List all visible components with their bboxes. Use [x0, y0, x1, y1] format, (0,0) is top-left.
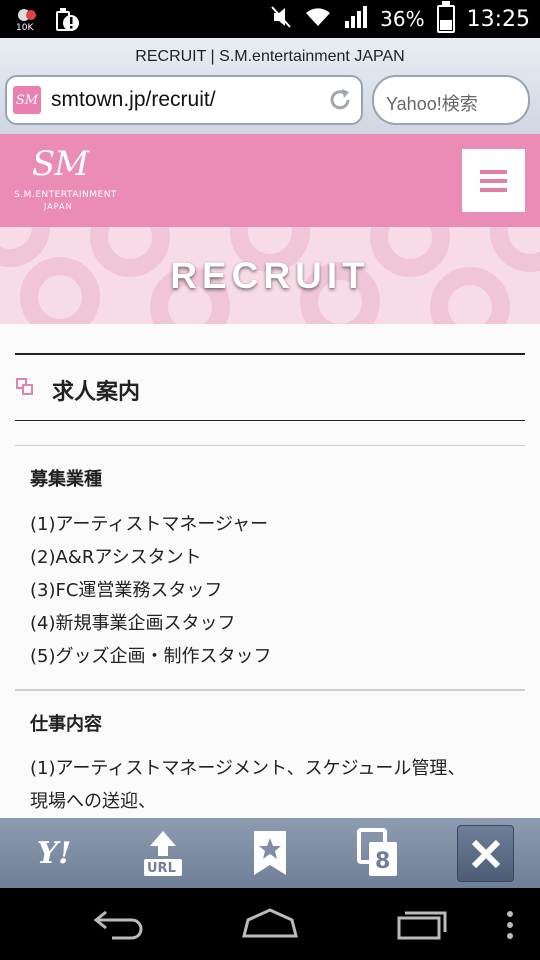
page-title: RECRUIT | S.M.entertainment JAPAN: [135, 48, 405, 65]
list-item: (3)FC運営業務スタッフ: [30, 580, 223, 601]
home-icon: [242, 908, 298, 938]
url-button[interactable]: URL: [133, 824, 193, 882]
close-icon: [471, 839, 500, 868]
job-types-list: (1)アーティストマネージャー (2)A&Rアシスタント (3)FC運営業務スタ…: [30, 508, 272, 673]
clock: 13:25: [466, 6, 530, 32]
recent-apps-icon: [397, 911, 447, 940]
browser-bottom-toolbar: Y! URL 8: [0, 818, 540, 888]
section-icon: [16, 378, 34, 396]
tabs-count: 8: [375, 849, 391, 874]
divider: [15, 420, 525, 421]
search-placeholder: Yahoo!検索: [386, 94, 478, 114]
mute-icon: [270, 5, 292, 34]
yahoo-button[interactable]: Y!: [24, 824, 84, 882]
status-bar: 10K 36% 13:25: [0, 0, 540, 38]
duties-heading: 仕事内容: [30, 714, 102, 735]
more-vert-icon: [507, 911, 513, 939]
signal-icon: [344, 5, 368, 34]
logo-line2: JAPAN: [44, 202, 73, 211]
browser-toolbar: RECRUIT | S.M.entertainment JAPAN SM smt…: [0, 38, 540, 135]
bookmark-button[interactable]: [240, 824, 300, 882]
menu-bar-icon: [480, 170, 507, 174]
reload-icon[interactable]: [327, 87, 353, 113]
tabs-button[interactable]: 8: [347, 824, 407, 882]
logo-line1: S.M.ENTERTAINMENT: [14, 190, 117, 200]
hamburger-menu-button[interactable]: [462, 149, 525, 212]
divider: [15, 353, 525, 355]
yahoo-logo-icon: Y!: [36, 835, 72, 871]
hero-banner: RECRUIT: [0, 227, 540, 324]
list-item: (5)グッズ企画・制作スタッフ: [30, 646, 272, 667]
favicon-icon: SM: [13, 86, 41, 114]
recent-apps-button[interactable]: [393, 906, 453, 946]
svg-text:10K: 10K: [16, 23, 34, 32]
battery-icon: [436, 1, 455, 33]
back-icon: [93, 910, 143, 940]
divider: [15, 445, 525, 446]
list-item: (4)新規事業企画スタッフ: [30, 613, 236, 634]
menu-bar-icon: [480, 179, 507, 183]
url-text[interactable]: smtown.jp/recruit/: [51, 88, 216, 112]
hero-title: RECRUIT: [170, 255, 370, 296]
wifi-icon: [304, 6, 332, 33]
notification-10-icon: 10K: [14, 6, 40, 33]
section-title: 求人案内: [52, 380, 141, 405]
main-content: 求人案内 募集業種 (1)アーティストマネージャー (2)A&Rアシスタント (…: [0, 324, 540, 818]
bookmark-star-icon: [254, 831, 286, 875]
search-input[interactable]: Yahoo!検索: [372, 75, 530, 125]
duties-text-line1: (1)アーティストマネージメント、スケジュール管理、: [30, 758, 466, 779]
close-button[interactable]: [457, 825, 514, 882]
site-logo[interactable]: SM S.M.ENTERTAINMENT JAPAN: [14, 144, 117, 214]
url-bar[interactable]: SM smtown.jp/recruit/: [5, 75, 363, 125]
duties-text-line2: 現場への送迎、: [30, 791, 156, 812]
home-button[interactable]: [240, 906, 300, 946]
list-item: (2)A&Rアシスタント: [30, 547, 202, 568]
list-item: (1)アーティストマネージャー: [30, 514, 269, 535]
alert-icon: [54, 6, 80, 32]
url-label: URL: [147, 861, 176, 876]
job-types-heading: 募集業種: [30, 469, 102, 490]
site-header: SM S.M.ENTERTAINMENT JAPAN: [0, 134, 540, 227]
back-button[interactable]: [92, 906, 148, 946]
divider: [15, 689, 525, 691]
menu-bar-icon: [480, 188, 507, 192]
overflow-menu-button[interactable]: [505, 910, 515, 944]
system-nav-bar: [0, 888, 540, 960]
logo-mark: SM: [32, 144, 89, 184]
battery-percent: 36%: [380, 7, 425, 31]
